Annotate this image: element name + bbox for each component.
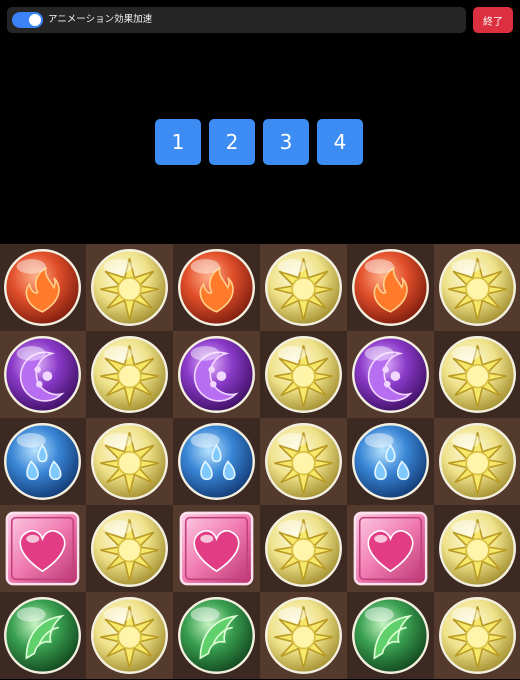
switch-knob [29, 14, 41, 26]
board-cell[interactable] [434, 331, 520, 418]
water-orb-icon [4, 423, 81, 500]
dark-orb-icon [4, 336, 81, 413]
board-cell[interactable] [260, 331, 347, 418]
animation-toggle-panel[interactable]: アニメーション効果加速 [7, 7, 466, 33]
light-orb-icon [91, 423, 168, 500]
wood-orb-icon [352, 597, 429, 674]
board-cell[interactable] [86, 244, 173, 331]
board-cell[interactable] [260, 244, 347, 331]
light-orb-icon [265, 597, 342, 674]
fire-orb-icon [4, 249, 81, 326]
board-cell[interactable] [86, 592, 173, 679]
water-orb-icon [178, 423, 255, 500]
board-cell[interactable] [173, 592, 260, 679]
fire-orb-icon [352, 249, 429, 326]
board-cell[interactable] [260, 505, 347, 592]
light-orb-icon [265, 510, 342, 587]
board-cell[interactable] [173, 331, 260, 418]
dark-orb-icon [352, 336, 429, 413]
water-orb-icon [352, 423, 429, 500]
animation-speed-switch[interactable] [12, 12, 43, 28]
light-orb-icon [91, 249, 168, 326]
combo-button-2[interactable]: 2 [209, 119, 255, 165]
board-cell[interactable] [434, 418, 520, 505]
light-orb-icon [265, 336, 342, 413]
dark-orb-icon [178, 336, 255, 413]
board-cell[interactable] [347, 244, 434, 331]
board-cell[interactable] [173, 418, 260, 505]
board-cell[interactable] [260, 418, 347, 505]
board-cell[interactable] [0, 418, 86, 505]
board-cell[interactable] [0, 592, 86, 679]
combo-button-3[interactable]: 3 [263, 119, 309, 165]
combo-button-4[interactable]: 4 [317, 119, 363, 165]
board-cell[interactable] [86, 418, 173, 505]
animation-toggle-label: アニメーション効果加速 [48, 14, 153, 25]
board-cell[interactable] [86, 505, 173, 592]
light-orb-icon [91, 510, 168, 587]
wood-orb-icon [4, 597, 81, 674]
light-orb-icon [265, 423, 342, 500]
combo-button-1[interactable]: 1 [155, 119, 201, 165]
light-orb-icon [439, 423, 516, 500]
board-cell[interactable] [173, 244, 260, 331]
board-cell[interactable] [0, 244, 86, 331]
light-orb-icon [439, 597, 516, 674]
light-orb-icon [91, 597, 168, 674]
end-button[interactable]: 終了 [473, 7, 513, 33]
board-cell[interactable] [347, 592, 434, 679]
board-cell[interactable] [434, 244, 520, 331]
board-cell[interactable] [434, 505, 520, 592]
light-orb-icon [91, 336, 168, 413]
combo-area: 1 2 3 4 [0, 40, 520, 244]
light-orb-icon [265, 249, 342, 326]
board-cell[interactable] [173, 505, 260, 592]
light-orb-icon [439, 249, 516, 326]
board-cell[interactable] [260, 592, 347, 679]
board-cell[interactable] [0, 505, 86, 592]
light-orb-icon [439, 336, 516, 413]
board-cell[interactable] [86, 331, 173, 418]
heart-orb-icon [5, 511, 80, 586]
fire-orb-icon [178, 249, 255, 326]
heart-orb-icon [179, 511, 254, 586]
top-bar: アニメーション効果加速 終了 [0, 0, 520, 40]
combo-button-group: 1 2 3 4 [155, 119, 363, 165]
board-cell[interactable] [0, 331, 86, 418]
board-cell[interactable] [347, 331, 434, 418]
wood-orb-icon [178, 597, 255, 674]
board-cell[interactable] [434, 592, 520, 679]
light-orb-icon [439, 510, 516, 587]
orb-board [0, 244, 520, 680]
board-cell[interactable] [347, 505, 434, 592]
board-cell[interactable] [347, 418, 434, 505]
heart-orb-icon [353, 511, 428, 586]
